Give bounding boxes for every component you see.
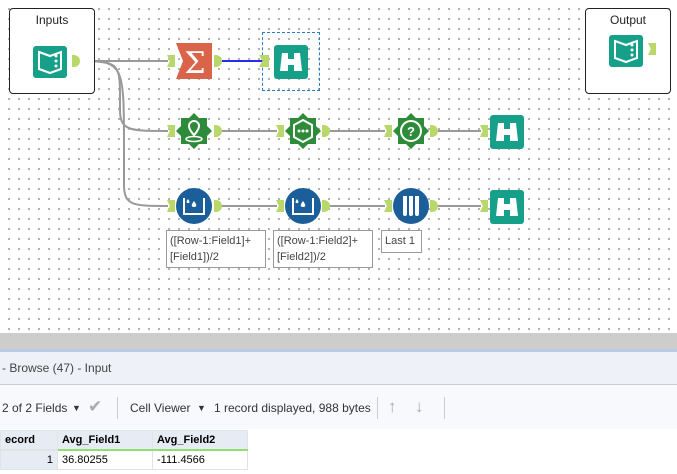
connections — [81, 60, 481, 207]
record-status: 1 record displayed, 988 bytes — [214, 401, 371, 415]
separator — [117, 397, 118, 419]
chevron-down-icon[interactable]: ▼ — [72, 403, 81, 413]
cell-viewer-dropdown[interactable]: Cell Viewer — [130, 401, 190, 415]
output-data-book-icon[interactable] — [608, 32, 644, 68]
record-number-cell: 1 — [0, 449, 58, 470]
separator — [444, 397, 445, 419]
input-data-book-icon[interactable] — [32, 43, 68, 79]
container-title: Inputs — [35, 13, 69, 27]
column-header-avg-field2[interactable]: Avg_Field2 — [152, 430, 248, 451]
container-title: Output — [609, 13, 647, 27]
table-header-row: ecord Avg_Field1 Avg_Field2 — [0, 430, 248, 451]
annotation-formula1[interactable]: ([Row-1:Field1]+ [Field1])/2 — [166, 230, 266, 268]
svg-text:Σ: Σ — [184, 46, 205, 79]
browse-binoculars-icon[interactable] — [273, 43, 309, 79]
results-panel-title: - Browse (47) - Input — [0, 352, 677, 385]
spatial-match-icon[interactable] — [285, 113, 321, 149]
table-cell[interactable]: -111.4566 — [152, 449, 248, 470]
table-cell[interactable]: 36.80255 — [57, 449, 153, 470]
multi-row-formula-icon[interactable] — [176, 188, 212, 224]
column-header-record[interactable]: ecord — [0, 430, 58, 451]
svg-text:?: ? — [407, 124, 415, 139]
results-table: ecord Avg_Field1 Avg_Field2 1 36.80255 -… — [0, 430, 248, 470]
fields-selector[interactable]: 2 of 2 Fields — [2, 401, 67, 415]
workflow-canvas[interactable]: Inputs Output Σ ? ([Row-1:Field1]+ [Fiel… — [0, 0, 677, 333]
sample-test-tubes-icon[interactable] — [393, 188, 429, 224]
checkmark-icon[interactable]: ✔ — [88, 397, 102, 417]
multi-row-formula-icon[interactable] — [285, 188, 321, 224]
summarize-sigma-icon[interactable]: Σ — [176, 43, 212, 79]
column-header-avg-field1[interactable]: Avg_Field1 — [57, 430, 153, 451]
results-toolbar: 2 of 2 Fields ▼ ✔ Cell Viewer ▼ 1 record… — [0, 385, 677, 429]
table-row: 1 36.80255 -111.4566 — [0, 449, 248, 470]
separator — [377, 397, 378, 419]
panel-splitter[interactable] — [0, 333, 677, 349]
arrow-up-icon[interactable]: ↑ — [388, 397, 397, 417]
spatial-info-icon[interactable]: ? — [393, 113, 429, 149]
chevron-down-icon[interactable]: ▼ — [197, 403, 206, 413]
annotation-sample[interactable]: Last 1 — [381, 230, 422, 253]
annotation-formula2[interactable]: ([Row-1:Field2]+ [Field2])/2 — [273, 230, 373, 268]
arrow-down-icon[interactable]: ↓ — [415, 397, 424, 417]
browse-binoculars-icon[interactable] — [489, 188, 525, 224]
spatial-point-icon[interactable] — [176, 113, 212, 149]
browse-binoculars-icon[interactable] — [489, 113, 525, 149]
